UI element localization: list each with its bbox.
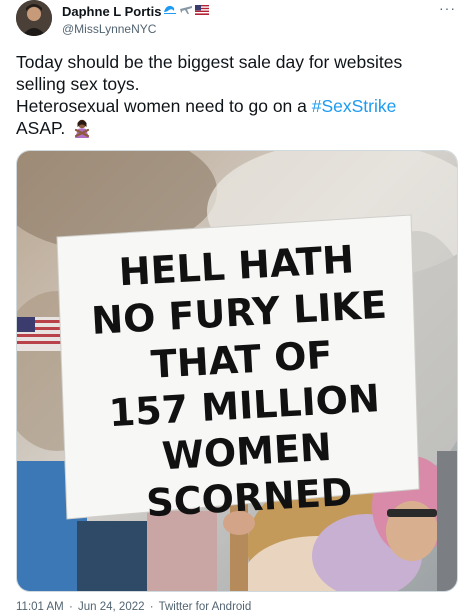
display-name-row: Daphne L Portis: [62, 2, 210, 20]
protest-sign: HELL HATH NO FURY LIKE THAT OF 157 MILLI…: [56, 214, 420, 525]
hashtag-link[interactable]: #SexStrike: [312, 96, 397, 116]
us-flag-icon: [195, 2, 210, 20]
tweet-line-3: ASAP.: [16, 117, 456, 140]
tweet-footer: 11:01 AM · Jun 24, 2022 · Twitter for An…: [16, 601, 253, 613]
tweet-source[interactable]: Twitter for Android: [159, 601, 252, 613]
footer-separator-1: ·: [68, 601, 73, 613]
avatar[interactable]: [16, 0, 52, 36]
background-flag: [17, 317, 61, 351]
airplane-icon: [179, 2, 193, 20]
tweet-line-2-suffix: ASAP.: [16, 118, 66, 138]
tweet-header: Daphne L Portis @MissLynneNYC ···: [16, 0, 458, 44]
author-names: Daphne L Portis @MissLynneNYC: [62, 2, 210, 36]
footer-separator-2: ·: [149, 601, 154, 613]
tweet-text: Today should be the biggest sale day for…: [16, 51, 456, 140]
tweet-card: Daphne L Portis @MissLynneNYC ··· Today …: [0, 0, 474, 615]
protest-sign-photo: HELL HATH NO FURY LIKE THAT OF 157 MILLI…: [17, 151, 457, 591]
wave-icon: [163, 2, 177, 20]
tweet-time[interactable]: 11:01 AM: [16, 601, 64, 613]
more-options-icon[interactable]: ···: [439, 0, 456, 16]
display-name[interactable]: Daphne L Portis: [62, 4, 161, 19]
avatar-image: [16, 0, 52, 36]
tweet-photo[interactable]: HELL HATH NO FURY LIKE THAT OF 157 MILLI…: [16, 150, 458, 592]
tweet-line-2: Heterosexual women need to go on a #SexS…: [16, 95, 456, 117]
woman-gesturing-no-icon: [72, 118, 92, 140]
tweet-line-2-prefix: Heterosexual women need to go on a: [16, 96, 312, 116]
tweet-date[interactable]: Jun 24, 2022: [78, 601, 145, 613]
author-handle[interactable]: @MissLynneNYC: [62, 22, 209, 36]
tweet-line-1: Today should be the biggest sale day for…: [16, 52, 403, 94]
